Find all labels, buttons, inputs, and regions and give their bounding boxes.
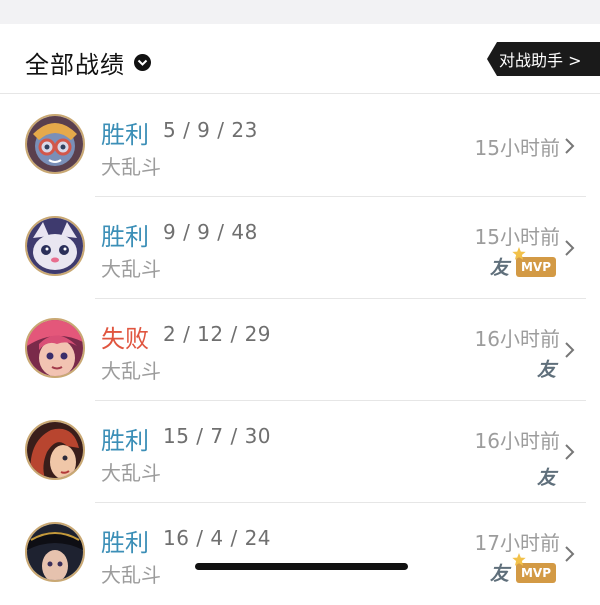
match-result: 胜利 xyxy=(101,223,149,251)
match-time: 15小时前 xyxy=(474,136,560,160)
all-records-filter[interactable]: 全部战绩 xyxy=(25,45,151,80)
mvp-label: MVP xyxy=(520,259,552,274)
champion-avatar xyxy=(25,420,85,480)
friend-badge: 友 xyxy=(489,563,509,585)
friend-badge: 友 xyxy=(536,359,556,381)
friend-badge: 友 xyxy=(489,257,509,279)
header: 全部战绩 对战助手 > xyxy=(0,24,600,94)
chevron-right-icon xyxy=(565,240,575,256)
match-kda: 16 / 4 / 24 xyxy=(163,526,272,550)
star-icon xyxy=(512,246,526,260)
chevron-right-icon xyxy=(565,546,575,562)
match-row[interactable]: 胜利 5 / 9 / 23 大乱斗 15小时前 xyxy=(0,95,600,197)
match-badges: 友 MVP xyxy=(489,246,556,280)
match-time: 16小时前 xyxy=(474,429,560,453)
match-row[interactable]: 失败 2 / 12 / 29 大乱斗 16小时前 友 xyxy=(0,299,600,401)
match-badges: 友 xyxy=(537,463,556,490)
match-badges: 友 xyxy=(537,355,556,382)
friend-badge: 友 xyxy=(536,467,556,489)
champion-avatar xyxy=(25,318,85,378)
match-kda: 15 / 7 / 30 xyxy=(163,424,272,448)
champion-avatar xyxy=(25,522,85,582)
chevron-right-icon xyxy=(565,138,575,154)
match-row[interactable]: 胜利 15 / 7 / 30 大乱斗 16小时前 友 xyxy=(0,401,600,503)
page-title: 全部战绩 xyxy=(25,51,125,79)
mvp-label: MVP xyxy=(520,565,552,580)
match-kda: 5 / 9 / 23 xyxy=(163,118,258,142)
match-mode: 大乱斗 xyxy=(101,359,161,383)
match-mode: 大乱斗 xyxy=(101,257,161,281)
match-result: 失败 xyxy=(101,325,149,353)
home-indicator[interactable] xyxy=(195,563,408,570)
header-divider xyxy=(0,93,600,94)
match-row[interactable]: 胜利 16 / 4 / 24 大乱斗 17小时前 友 MVP xyxy=(0,503,600,605)
match-kda: 9 / 9 / 48 xyxy=(163,220,258,244)
battle-assistant-button[interactable]: 对战助手 > xyxy=(487,42,600,76)
chevron-right-icon xyxy=(565,342,575,358)
champion-avatar xyxy=(25,216,85,276)
champion-avatar xyxy=(25,114,85,174)
top-spacer xyxy=(0,0,600,24)
chevron-right-icon xyxy=(565,444,575,460)
match-kda: 2 / 12 / 29 xyxy=(163,322,272,346)
match-badges: 友 MVP xyxy=(489,552,556,586)
match-row[interactable]: 胜利 9 / 9 / 48 大乱斗 15小时前 友 MVP xyxy=(0,197,600,299)
match-result: 胜利 xyxy=(101,121,149,149)
star-icon xyxy=(512,552,526,566)
chevron-down-icon xyxy=(134,54,151,71)
match-result: 胜利 xyxy=(101,529,149,557)
match-time: 16小时前 xyxy=(474,327,560,351)
mvp-badge: MVP xyxy=(512,552,556,583)
mvp-badge: MVP xyxy=(512,246,556,277)
match-result: 胜利 xyxy=(101,427,149,455)
match-mode: 大乱斗 xyxy=(101,461,161,485)
match-mode: 大乱斗 xyxy=(101,155,161,179)
